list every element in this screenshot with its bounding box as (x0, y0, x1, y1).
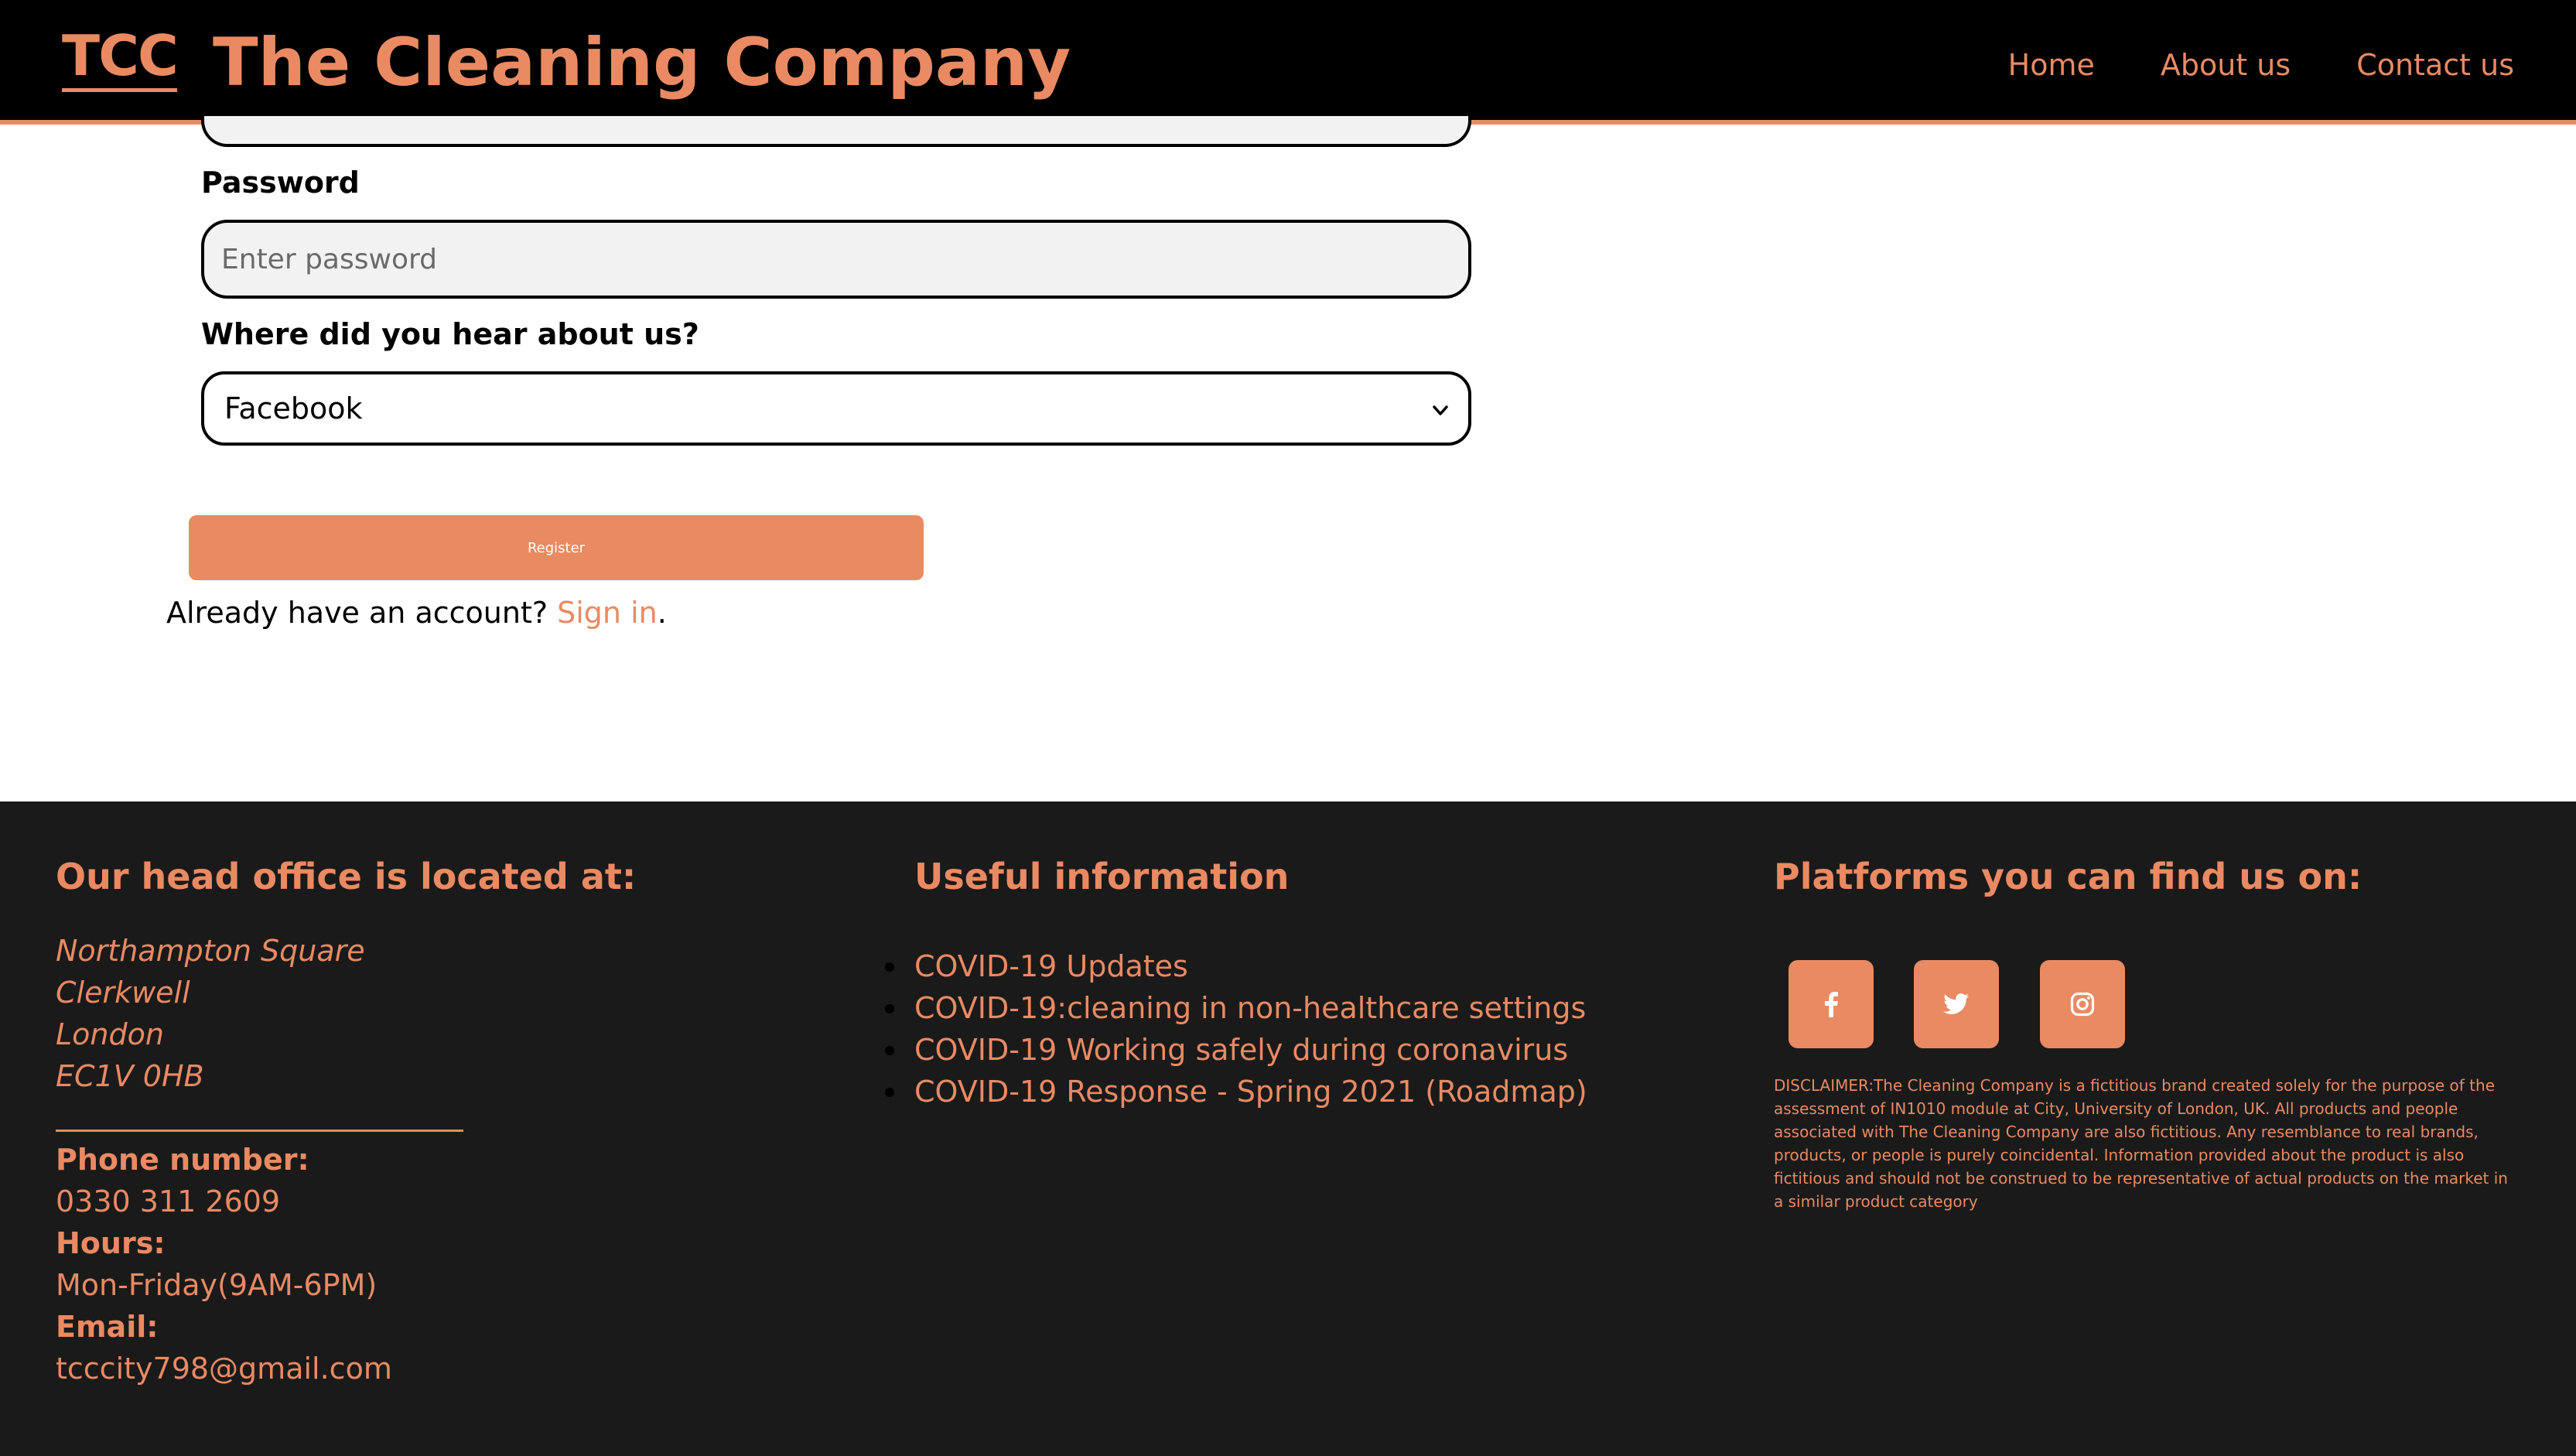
address-line: London (56, 1017, 164, 1051)
useful-links: COVID-19 Updates COVID-19:cleaning in no… (885, 945, 1587, 1113)
phone-label: Phone number: (56, 1143, 309, 1177)
email-label: Email: (56, 1310, 159, 1344)
nav-contact-us[interactable]: Contact us (2356, 48, 2514, 82)
hours-value: Mon-Friday(9AM-6PM) (56, 1268, 378, 1302)
hear-about-label: Where did you hear about us? (201, 317, 699, 351)
previous-input-field[interactable] (201, 116, 1471, 147)
footer-divider (56, 1130, 463, 1132)
password-label: Password (201, 166, 360, 200)
facebook-button[interactable] (1789, 960, 1874, 1048)
brand-name: The Cleaning Company (213, 24, 1071, 101)
address-line: Northampton Square (56, 934, 365, 968)
instagram-icon (2070, 992, 2095, 1017)
useful-link[interactable]: COVID-19 Working safely during coronavir… (885, 1029, 1587, 1071)
signin-prompt: Already have an account? Sign in. (166, 596, 667, 630)
signin-prefix: Already have an account? (166, 596, 548, 630)
address-line: EC1V 0HB (56, 1059, 204, 1093)
useful-link[interactable]: COVID-19:cleaning in non-healthcare sett… (885, 987, 1587, 1029)
chevron-down-icon (1433, 395, 1448, 422)
office-address: Northampton Square Clerkwell London EC1V… (56, 930, 365, 1097)
nav-about-us[interactable]: About us (2161, 48, 2291, 82)
password-input[interactable] (201, 220, 1471, 299)
platforms-heading: Platforms you can find us on: (1774, 856, 2362, 897)
main-nav: Home About us Contact us (2008, 48, 2514, 82)
office-contact: Phone number: 0330 311 2609 Hours: Mon-F… (56, 1139, 392, 1389)
hear-about-selected-value: Facebook (224, 391, 363, 426)
useful-heading: Useful information (914, 856, 1290, 897)
email-value: tcccity798@gmail.com (56, 1352, 392, 1386)
disclaimer-text: DISCLAIMER:The Cleaning Company is a fic… (1774, 1076, 2508, 1211)
hear-about-select[interactable]: Facebook (201, 371, 1471, 446)
signin-suffix: . (657, 596, 667, 630)
site-footer: Our head office is located at: Northampt… (0, 801, 2576, 1456)
site-logo[interactable]: TCC (62, 28, 179, 92)
facebook-icon (1823, 991, 1839, 1017)
address-line: Clerkwell (56, 976, 190, 1010)
register-button[interactable]: Register (189, 515, 924, 580)
office-heading: Our head office is located at: (56, 856, 637, 897)
instagram-button[interactable] (2040, 960, 2125, 1048)
twitter-icon (1943, 993, 1970, 1015)
useful-link[interactable]: COVID-19 Response - Spring 2021 (Roadmap… (885, 1071, 1587, 1113)
nav-home[interactable]: Home (2008, 48, 2095, 82)
signin-link[interactable]: Sign in (557, 596, 658, 630)
hours-label: Hours: (56, 1226, 166, 1260)
useful-link[interactable]: COVID-19 Updates (885, 945, 1587, 987)
site-header: TCC The Cleaning Company Home About us C… (0, 0, 2576, 125)
phone-number: 0330 311 2609 (56, 1184, 281, 1218)
twitter-button[interactable] (1914, 960, 1999, 1048)
